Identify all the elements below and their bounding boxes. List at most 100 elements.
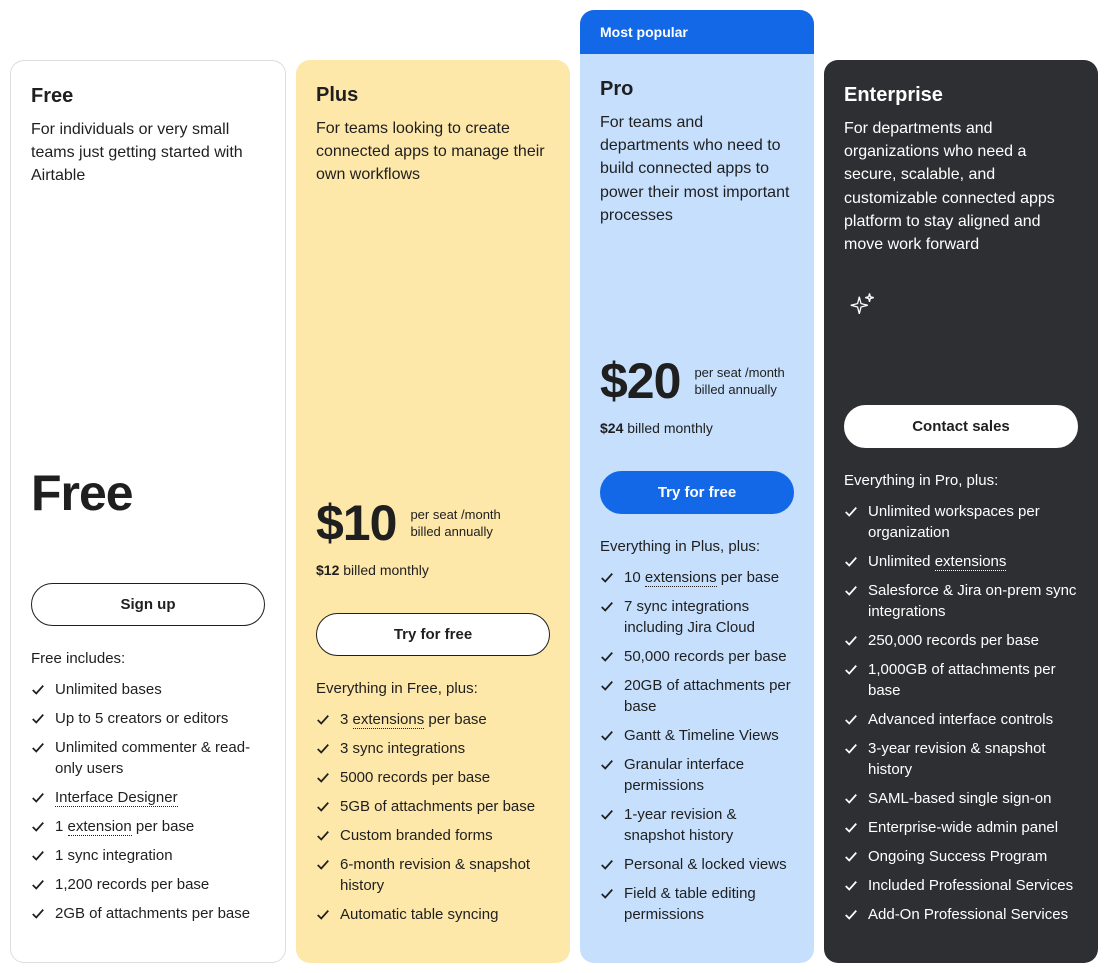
sparkle-icon: [844, 290, 878, 324]
feature-text: Up to 5 creators or editors: [55, 708, 228, 729]
feature-text: Enterprise-wide admin panel: [868, 817, 1058, 838]
feature-list: 3 extensions per base 3 sync integrations…: [316, 709, 550, 933]
glossary-term[interactable]: extension: [68, 818, 132, 836]
feature-item: 50,000 records per base: [600, 646, 794, 667]
check-icon: [316, 908, 330, 922]
feature-text: 1 sync integration: [55, 845, 173, 866]
price-alt: $12 billed monthly: [316, 562, 550, 578]
feature-item: 250,000 records per base: [844, 630, 1078, 651]
signup-button[interactable]: Sign up: [31, 583, 265, 626]
check-icon: [844, 584, 858, 598]
feature-item: 5GB of attachments per base: [316, 796, 550, 817]
check-icon: [844, 821, 858, 835]
feature-item: Field & table editing permissions: [600, 883, 794, 925]
try-free-button[interactable]: Try for free: [316, 613, 550, 656]
plan-description: For individuals or very small teams just…: [31, 118, 265, 188]
feature-text: Unlimited bases: [55, 679, 162, 700]
check-icon: [844, 505, 858, 519]
feature-item: 6-month revision & snapshot history: [316, 854, 550, 896]
plan-card-pro-wrapper: Most popular Pro For teams and departmen…: [580, 10, 814, 963]
price-block: $20 per seat /month billed annually $24 …: [600, 336, 794, 451]
feature-item: Unlimited extensions: [844, 551, 1078, 572]
plan-card-enterprise: Enterprise For departments and organizat…: [824, 60, 1098, 963]
feature-item: 1 extension per base: [31, 816, 265, 837]
feature-text: 10 extensions per base: [624, 567, 779, 588]
feature-item: SAML-based single sign-on: [844, 788, 1078, 809]
feature-item: Up to 5 creators or editors: [31, 708, 265, 729]
feature-item: Ongoing Success Program: [844, 846, 1078, 867]
check-icon: [844, 634, 858, 648]
popular-badge: Most popular: [580, 10, 814, 54]
feature-item: 1 sync integration: [31, 845, 265, 866]
plan-name: Pro: [600, 78, 794, 101]
check-icon: [844, 908, 858, 922]
contact-sales-button[interactable]: Contact sales: [844, 405, 1078, 448]
includes-heading: Everything in Free, plus:: [316, 680, 550, 697]
feature-text: 7 sync integrations including Jira Cloud: [624, 596, 794, 638]
feature-item: Interface Designer: [31, 787, 265, 808]
check-icon: [600, 758, 614, 772]
feature-text: Advanced interface controls: [868, 709, 1053, 730]
check-icon: [600, 571, 614, 585]
price-unit: per seat /month billed annually: [694, 364, 784, 399]
check-icon: [600, 729, 614, 743]
check-icon: [316, 742, 330, 756]
feature-item: 3 sync integrations: [316, 738, 550, 759]
feature-item: 1,200 records per base: [31, 874, 265, 895]
feature-text: Ongoing Success Program: [868, 846, 1047, 867]
plan-description: For departments and organizations who ne…: [844, 117, 1078, 256]
feature-text: Salesforce & Jira on-prem sync integrati…: [868, 580, 1078, 622]
glossary-term[interactable]: Interface Designer: [55, 789, 178, 807]
feature-item: Granular interface permissions: [600, 754, 794, 796]
feature-text: 3 sync integrations: [340, 738, 465, 759]
feature-text: 5GB of attachments per base: [340, 796, 535, 817]
glossary-term[interactable]: extensions: [935, 553, 1007, 571]
glossary-term[interactable]: extensions: [353, 711, 425, 729]
feature-item: 3 extensions per base: [316, 709, 550, 730]
price-block: $10 per seat /month billed annually $12 …: [316, 478, 550, 593]
feature-item: Advanced interface controls: [844, 709, 1078, 730]
glossary-term[interactable]: extensions: [645, 569, 717, 587]
check-icon: [844, 555, 858, 569]
feature-item: Included Professional Services: [844, 875, 1078, 896]
check-icon: [600, 600, 614, 614]
price-block: Free: [31, 448, 265, 563]
includes-heading: Everything in Pro, plus:: [844, 472, 1078, 489]
check-icon: [31, 791, 45, 805]
check-icon: [600, 887, 614, 901]
feature-text: Granular interface permissions: [624, 754, 794, 796]
try-free-button[interactable]: Try for free: [600, 471, 794, 514]
check-icon: [844, 850, 858, 864]
check-icon: [844, 713, 858, 727]
feature-item: 2GB of attachments per base: [31, 903, 265, 924]
feature-item: 10 extensions per base: [600, 567, 794, 588]
includes-heading: Everything in Plus, plus:: [600, 538, 794, 555]
feature-text: Gantt & Timeline Views: [624, 725, 779, 746]
check-icon: [844, 742, 858, 756]
feature-item: Custom branded forms: [316, 825, 550, 846]
price-block: [844, 270, 1078, 385]
check-icon: [316, 771, 330, 785]
check-icon: [844, 663, 858, 677]
feature-text: Automatic table syncing: [340, 904, 498, 925]
feature-item: Enterprise-wide admin panel: [844, 817, 1078, 838]
feature-text: Interface Designer: [55, 787, 178, 808]
feature-text: 50,000 records per base: [624, 646, 787, 667]
check-icon: [316, 858, 330, 872]
feature-item: Salesforce & Jira on-prem sync integrati…: [844, 580, 1078, 622]
feature-item: 3-year revision & snapshot history: [844, 738, 1078, 780]
feature-list: Unlimited workspaces per organization Unl…: [844, 501, 1078, 933]
feature-text: 250,000 records per base: [868, 630, 1039, 651]
feature-text: 6-month revision & snapshot history: [340, 854, 550, 896]
feature-item: 1,000GB of attachments per base: [844, 659, 1078, 701]
check-icon: [600, 650, 614, 664]
feature-text: Field & table editing permissions: [624, 883, 794, 925]
feature-text: Unlimited workspaces per organization: [868, 501, 1078, 543]
feature-item: 5000 records per base: [316, 767, 550, 788]
feature-text: Add-On Professional Services: [868, 904, 1068, 925]
check-icon: [31, 907, 45, 921]
feature-text: 3 extensions per base: [340, 709, 487, 730]
feature-item: Unlimited bases: [31, 679, 265, 700]
feature-item: 1-year revision & snapshot history: [600, 804, 794, 846]
feature-text: 1 extension per base: [55, 816, 194, 837]
